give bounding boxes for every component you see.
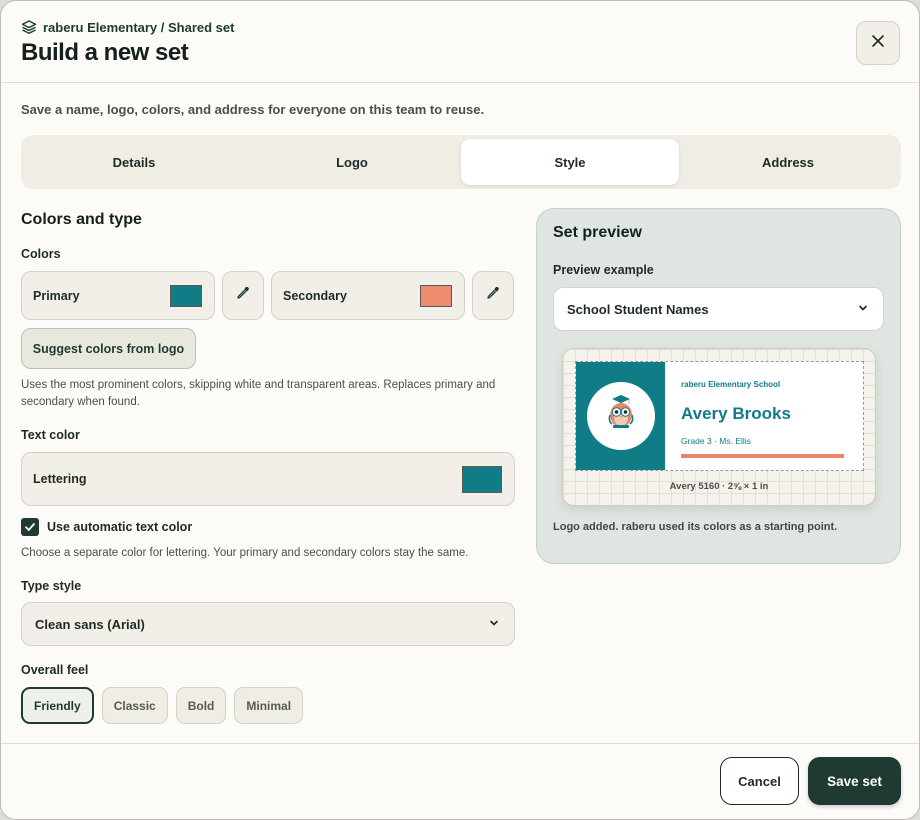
lettering-color-field[interactable]: Lettering (21, 452, 515, 506)
label-preview-card: raberu Elementary School Avery Brooks Gr… (562, 348, 876, 506)
type-style-value: Clean sans (Arial) (35, 616, 145, 632)
avery-spec: Avery 5160 · 2⅝ × 1 in (669, 481, 769, 492)
set-preview-heading: Set preview (553, 224, 642, 241)
chevron-down-icon (488, 617, 500, 632)
lettering-color-swatch[interactable] (462, 465, 502, 493)
label-accent-stripe (681, 454, 844, 458)
preview-example-label: Preview example (553, 263, 654, 277)
text-color-label: Text color (21, 428, 80, 442)
chevron-down-icon (857, 302, 869, 317)
label-logo-area (576, 362, 665, 470)
colors-and-type-heading: Colors and type (21, 211, 142, 228)
tab-bar: Details Logo Style Address (21, 135, 901, 189)
label-student-name: Avery Brooks (681, 404, 791, 423)
primary-color-field[interactable]: Primary (21, 271, 215, 320)
label-school-name: raberu Elementary School (681, 380, 781, 389)
cancel-button[interactable]: Cancel (720, 757, 799, 805)
suggest-colors-button[interactable]: Suggest colors from logo (21, 328, 196, 369)
name-label: raberu Elementary School Avery Brooks Gr… (575, 361, 864, 471)
school-logo (586, 382, 655, 450)
tab-address[interactable]: Address (679, 139, 897, 185)
auto-text-help-text: Choose a separate color for lettering. Y… (21, 547, 469, 559)
feel-classic-chip[interactable]: Classic (101, 687, 168, 724)
build-set-modal: raberu Elementary / Shared set Build a n… (0, 0, 920, 820)
layers-icon (21, 19, 37, 35)
eyedropper-icon (235, 285, 251, 306)
close-button[interactable] (856, 21, 900, 65)
primary-color-swatch[interactable] (170, 284, 202, 307)
modal-header: raberu Elementary / Shared set Build a n… (1, 1, 919, 83)
set-preview-panel: Set preview Preview example School Stude… (536, 208, 901, 564)
secondary-color-field[interactable]: Secondary (271, 271, 465, 320)
preview-example-value: School Student Names (567, 301, 709, 317)
close-icon (871, 34, 885, 53)
modal-title: Build a new set (21, 39, 189, 66)
save-set-button[interactable]: Save set (808, 757, 901, 805)
breadcrumb: raberu Elementary / Shared set (21, 19, 234, 35)
auto-text-color-row: Use automatic text color (21, 518, 515, 536)
tab-details[interactable]: Details (25, 139, 243, 185)
label-text-area: raberu Elementary School Avery Brooks Gr… (665, 362, 863, 470)
suggest-help-text: Uses the most prominent colors, skipping… (21, 379, 496, 408)
type-style-label: Type style (21, 579, 82, 593)
tab-style[interactable]: Style (461, 139, 679, 185)
modal-subtitle: Save a name, logo, colors, and address f… (21, 102, 485, 117)
preview-note: Logo added. raberu used its colors as a … (553, 521, 838, 533)
overall-feel-label: Overall feel (21, 663, 89, 677)
tab-logo[interactable]: Logo (243, 139, 461, 185)
breadcrumb-text: raberu Elementary / Shared set (43, 19, 235, 35)
style-panel: Colors and type Colors Primary Secondary (21, 206, 515, 724)
colors-label: Colors (21, 247, 61, 261)
auto-text-color-checkbox[interactable] (21, 518, 39, 536)
eyedropper-icon (485, 285, 501, 306)
overall-feel-options: Friendly Classic Bold Minimal (21, 687, 515, 724)
lettering-label: Lettering (33, 472, 87, 486)
feel-bold-chip[interactable]: Bold (175, 687, 227, 724)
label-grade: Grade 3 · Ms. Ellis (681, 436, 751, 446)
secondary-color-label: Secondary (283, 288, 347, 303)
auto-text-color-label[interactable]: Use automatic text color (47, 520, 192, 534)
preview-example-select[interactable]: School Student Names (553, 287, 884, 331)
feel-minimal-chip[interactable]: Minimal (234, 687, 304, 724)
owl-logo-icon (608, 395, 633, 428)
primary-eyedropper-button[interactable] (222, 271, 264, 320)
type-style-select[interactable]: Clean sans (Arial) (21, 602, 515, 646)
feel-friendly-chip[interactable]: Friendly (21, 687, 94, 724)
secondary-eyedropper-button[interactable] (472, 271, 514, 320)
secondary-color-swatch[interactable] (420, 284, 452, 307)
primary-color-label: Primary (33, 288, 80, 303)
colors-row: Primary Secondary (21, 271, 515, 320)
